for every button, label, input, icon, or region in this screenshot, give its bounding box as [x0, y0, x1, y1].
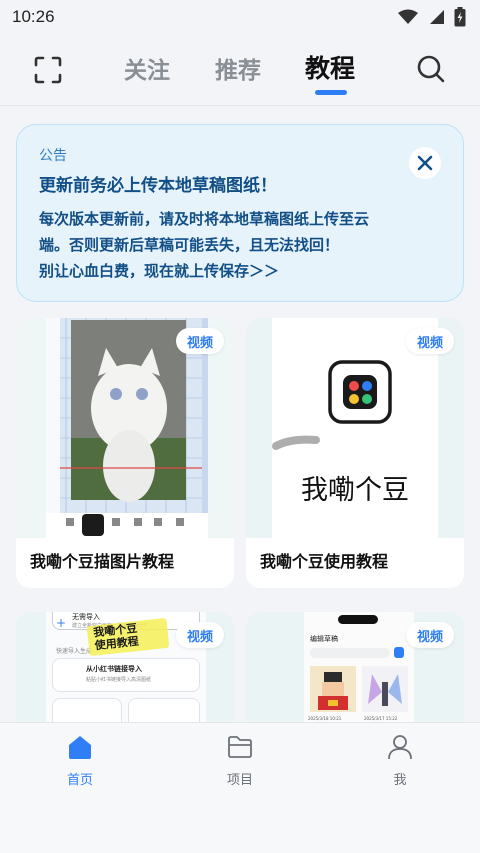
close-icon: [417, 155, 433, 171]
battery-icon: [454, 7, 466, 27]
announcement-title: 更新前务必上传本地草稿图纸！: [39, 176, 277, 196]
scan-button[interactable]: [32, 54, 64, 86]
announcement-body: 每次版本更新前，请及时将本地草稿图纸上传至云 端。否则更新后草稿可能丢失，且无法…: [39, 206, 443, 284]
tab-active-indicator: [315, 90, 347, 95]
thumb-app-name: 我嘞个豆: [301, 475, 409, 505]
video-badge: 视频: [405, 622, 454, 648]
announcement-label: 公告: [39, 148, 67, 164]
announcement-line: 每次版本更新前，请及时将本地草稿图纸上传至云: [39, 210, 370, 228]
bottom-nav-label: 首页: [66, 773, 93, 788]
thumb-text: 2025/3/17 15:22: [364, 716, 398, 721]
thumb-text: 2025/3/18 10:21: [308, 716, 342, 721]
tutorial-card-tracing[interactable]: 视频 我嘞个豆描图片教程: [16, 318, 234, 588]
announcement-upload-link[interactable]: 别让心血白费，现在就上传保存＞＞: [39, 258, 443, 284]
thumb-text: 从小红书链接导入: [86, 665, 142, 673]
video-badge: 视频: [405, 328, 454, 354]
status-bar: 10:26: [0, 0, 480, 34]
home-icon: [69, 736, 91, 759]
status-icons: [398, 7, 466, 27]
announcement-card: 公告 更新前务必上传本地草稿图纸！ 每次版本更新前，请及时将本地草稿图纸上传至云…: [16, 124, 464, 302]
card-title: 我嘞个豆使用教程: [260, 552, 389, 571]
bottom-nav-projects[interactable]: 项目: [200, 733, 280, 788]
bottom-nav-home[interactable]: 首页: [40, 733, 120, 788]
bottom-nav-label: 项目: [226, 773, 253, 788]
user-icon: [388, 735, 412, 760]
search-icon: [417, 55, 445, 83]
bottom-nav-me[interactable]: 我: [360, 733, 440, 788]
thumb-text: 无需导入: [72, 613, 100, 621]
folder-icon: [228, 736, 252, 758]
status-time: 10:26: [12, 7, 55, 26]
thumb-text: 编辑草稿: [310, 635, 338, 643]
top-nav: 关注 推荐 教程: [0, 34, 480, 106]
search-button[interactable]: [414, 52, 448, 86]
announcement-close-button[interactable]: [409, 147, 441, 179]
video-badge: 视频: [175, 622, 224, 648]
thumb-text: 快速导入生成: [56, 648, 93, 655]
announcement-line: 端。否则更新后草稿可能丢失，且无法找回！: [39, 236, 340, 254]
signal-icon: [430, 10, 444, 24]
tab-follow[interactable]: 关注: [124, 51, 170, 85]
bottom-nav: 首页 项目 我: [0, 722, 480, 853]
draft-preview-icon: [310, 666, 408, 712]
thumb-text: 粘贴小红书链接导入高清图纸: [86, 677, 152, 683]
tutorial-card-usage[interactable]: 我嘞个豆 视频 我嘞个豆使用教程: [246, 318, 464, 588]
tab-recommend[interactable]: 推荐: [215, 51, 261, 85]
scan-icon: [34, 56, 62, 84]
bottom-nav-label: 我: [393, 773, 407, 788]
card-title: 我嘞个豆描图片教程: [30, 552, 175, 571]
video-badge: 视频: [175, 328, 224, 354]
tab-tutorial[interactable]: 教程: [305, 49, 355, 85]
wifi-icon: [398, 9, 418, 24]
